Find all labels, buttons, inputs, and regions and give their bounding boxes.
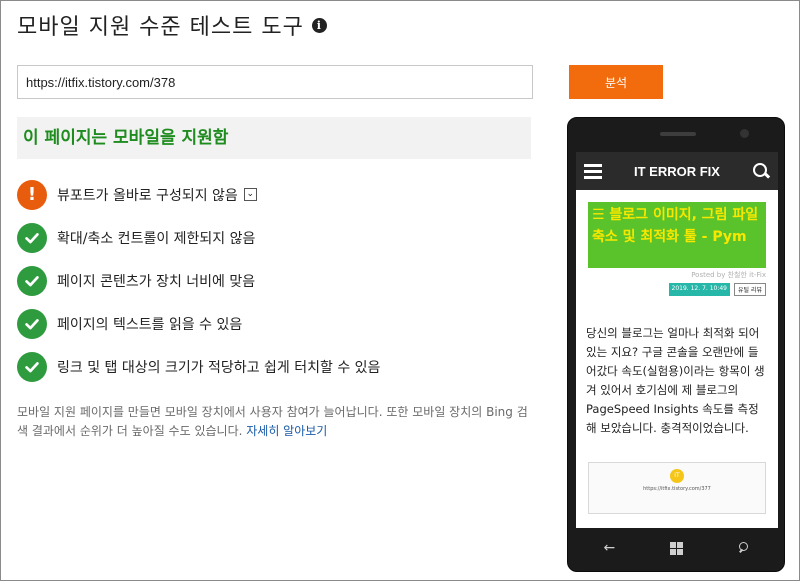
footer-text: 모바일 지원 페이지를 만들면 모바일 장치에서 사용자 참여가 늘어납니다. … bbox=[17, 403, 537, 441]
post-body: 당신의 블로그는 얼마나 최적화 되어 있는 지요? 구글 콘솔을 오랜만에 들… bbox=[586, 326, 765, 435]
phone-speaker bbox=[660, 132, 696, 136]
page-title: 모바일 지원 수준 테스트 도구 i bbox=[17, 9, 327, 41]
checkmark-icon bbox=[17, 222, 47, 253]
phone-screen: IT ERROR FIX ☰ 블로그 이미지, 그림 파일 축소 및 최적화 툴… bbox=[576, 152, 778, 528]
post-meta: 2019. 12. 7. 10:49 유틸 리뷰 bbox=[588, 283, 766, 296]
checkmark-icon bbox=[17, 265, 47, 296]
post-byline: Posted by 찬철한 it-Fix bbox=[691, 271, 766, 279]
analyze-button[interactable]: 분석 bbox=[569, 65, 663, 99]
check-label: 페이지의 텍스트를 읽을 수 있음 bbox=[57, 316, 243, 333]
search-icon bbox=[738, 542, 750, 554]
blog-title: IT ERROR FIX bbox=[634, 163, 720, 179]
menu-icon bbox=[584, 163, 602, 179]
chevron-down-icon[interactable]: ⌄ bbox=[243, 188, 257, 201]
blog-header: IT ERROR FIX bbox=[576, 152, 778, 190]
check-item-zoom: 확대/축소 컨트롤이 제한되지 않음 bbox=[17, 216, 537, 259]
check-list: ! 뷰포트가 올바로 구성되지 않음 ⌄ 확대/축소 컨트롤이 제한되지 않음 … bbox=[17, 173, 537, 388]
search-icon bbox=[752, 162, 770, 180]
check-label: 뷰포트가 올바로 구성되지 않음 bbox=[57, 187, 238, 204]
check-item-tap-targets: 링크 및 탭 대상의 크기가 적당하고 쉽게 터치할 수 있음 bbox=[17, 345, 537, 388]
check-item-readable-text: 페이지의 텍스트를 읽을 수 있음 bbox=[17, 302, 537, 345]
thumbnail-url: https://itfix.tistory.com/377 bbox=[643, 486, 711, 492]
thumbnail-logo-icon: IT bbox=[670, 469, 684, 483]
windows-logo-icon bbox=[670, 541, 684, 555]
url-input[interactable] bbox=[17, 65, 533, 99]
camera-icon bbox=[740, 129, 749, 138]
check-label: 링크 및 탭 대상의 크기가 적당하고 쉽게 터치할 수 있음 bbox=[57, 359, 381, 376]
page-title-text: 모바일 지원 수준 테스트 도구 bbox=[17, 15, 304, 40]
phone-nav-bar: ← bbox=[576, 528, 778, 568]
check-label: 페이지 콘텐츠가 장치 너비에 맞음 bbox=[57, 273, 256, 290]
warning-icon: ! bbox=[17, 179, 47, 210]
check-item-viewport: ! 뷰포트가 올바로 구성되지 않음 ⌄ bbox=[17, 173, 537, 216]
back-arrow-icon: ← bbox=[603, 540, 616, 556]
post-category-chip: 유틸 리뷰 bbox=[734, 283, 766, 296]
check-item-content-width: 페이지 콘텐츠가 장치 너비에 맞음 bbox=[17, 259, 537, 302]
phone-preview: IT ERROR FIX ☰ 블로그 이미지, 그림 파일 축소 및 최적화 툴… bbox=[567, 117, 785, 572]
info-icon[interactable]: i bbox=[311, 17, 327, 33]
result-banner: 이 페이지는 모바일을 지원함 bbox=[17, 117, 531, 159]
post-title: ☰ 블로그 이미지, 그림 파일 축소 및 최적화 툴 - Pym bbox=[588, 202, 766, 268]
checkmark-icon bbox=[17, 308, 47, 339]
learn-more-link[interactable]: 자세히 알아보기 bbox=[246, 424, 327, 438]
post-date-badge: 2019. 12. 7. 10:49 bbox=[668, 283, 730, 296]
check-label: 확대/축소 컨트롤이 제한되지 않음 bbox=[57, 230, 256, 247]
post-thumbnail: IT https://itfix.tistory.com/377 bbox=[588, 462, 766, 514]
checkmark-icon bbox=[17, 351, 47, 382]
